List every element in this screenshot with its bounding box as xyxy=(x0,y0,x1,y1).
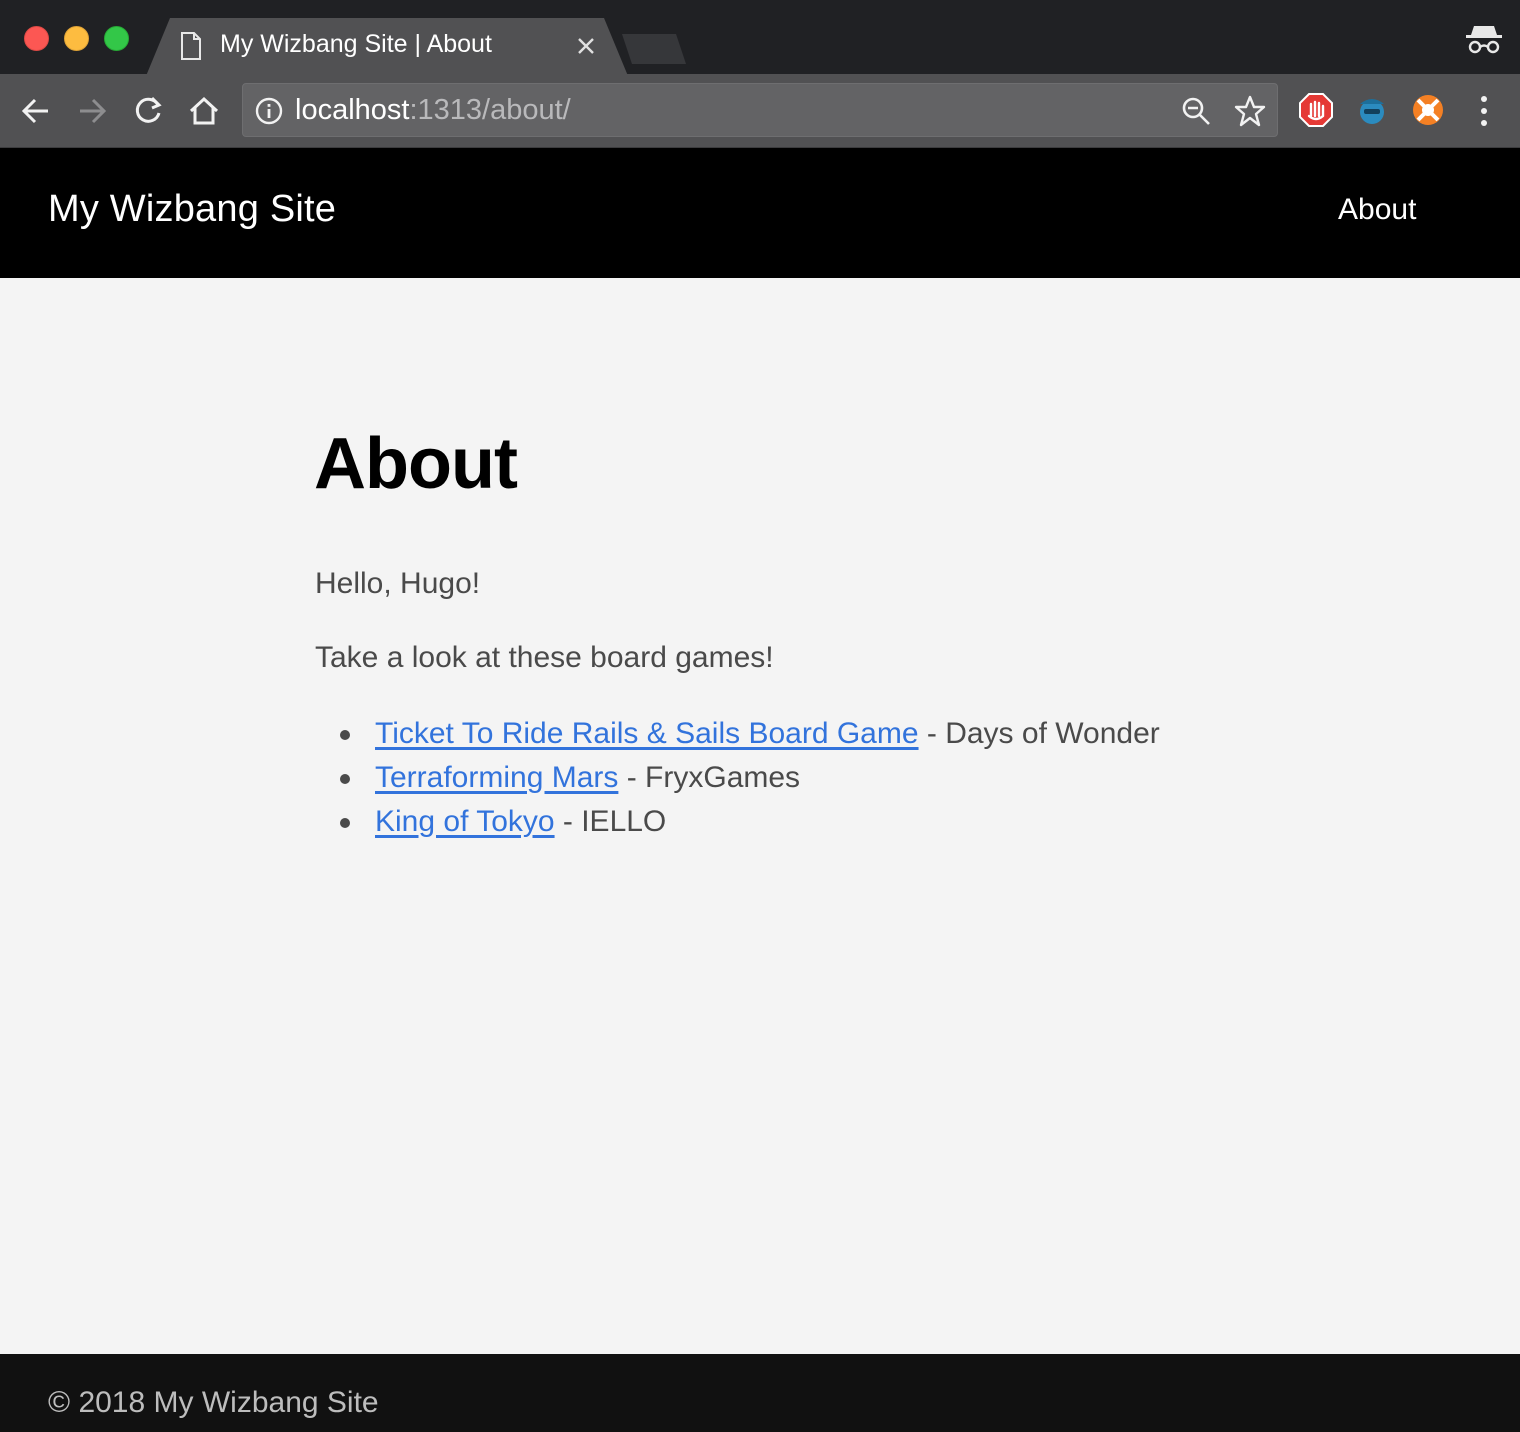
incognito-icon xyxy=(1466,26,1502,54)
url-text[interactable]: localhost:1313/about/ xyxy=(295,94,571,127)
intro-text: Hello, Hugo! xyxy=(315,567,481,600)
extension-lifebuoy-icon[interactable] xyxy=(1410,92,1446,128)
info-icon[interactable] xyxy=(255,97,283,125)
tab-title: My Wizbang Site | About xyxy=(220,30,492,58)
address-bar[interactable]: localhost:1313/about/ xyxy=(242,83,1278,137)
page-title: About xyxy=(314,424,518,504)
forward-icon[interactable] xyxy=(75,94,109,128)
game-publisher: - Days of Wonder xyxy=(918,717,1160,750)
footer-copyright: © 2018 My Wizbang Site xyxy=(48,1386,379,1419)
nav-link-about[interactable]: About xyxy=(1338,193,1416,227)
list-item: King of Tokyo - IELLO xyxy=(314,800,1160,844)
zoom-window-button[interactable] xyxy=(104,26,129,51)
lead-text: Take a look at these board games! xyxy=(315,641,774,674)
browser-toolbar: localhost:1313/about/ xyxy=(0,74,1520,148)
games-list: Ticket To Ride Rails & Sails Board Game … xyxy=(314,712,1160,844)
main-content: About Hello, Hugo! Take a look at these … xyxy=(314,424,1214,838)
close-icon[interactable] xyxy=(574,34,598,58)
zoom-out-icon[interactable] xyxy=(1181,96,1211,126)
bullet-icon xyxy=(340,774,350,784)
minimize-window-button[interactable] xyxy=(64,26,89,51)
game-link[interactable]: King of Tokyo xyxy=(375,805,555,838)
back-icon[interactable] xyxy=(19,94,53,128)
browser-titlebar: My Wizbang Site | About xyxy=(0,0,1520,76)
site-title-link[interactable]: My Wizbang Site xyxy=(48,188,336,231)
bullet-icon xyxy=(340,818,350,828)
reload-icon[interactable] xyxy=(131,94,165,128)
list-item: Ticket To Ride Rails & Sails Board Game … xyxy=(314,712,1160,756)
adblock-icon[interactable] xyxy=(1298,92,1334,128)
new-tab-button[interactable] xyxy=(622,34,686,64)
site-footer: © 2018 My Wizbang Site xyxy=(0,1354,1520,1432)
browser-tab-active[interactable]: My Wizbang Site | About xyxy=(146,18,628,76)
game-link[interactable]: Ticket To Ride Rails & Sails Board Game xyxy=(375,717,919,750)
page-viewport: My Wizbang Site About About Hello, Hugo!… xyxy=(0,148,1520,1432)
list-item: Terraforming Mars - FryxGames xyxy=(314,756,1160,800)
site-header: My Wizbang Site About xyxy=(0,148,1520,278)
home-icon[interactable] xyxy=(187,94,221,128)
url-path: :1313/about/ xyxy=(409,94,571,126)
close-window-button[interactable] xyxy=(24,26,49,51)
game-publisher: - IELLO xyxy=(554,805,667,838)
url-host: localhost xyxy=(295,94,410,126)
menu-dots-icon[interactable] xyxy=(1474,94,1494,128)
extension-spy-icon[interactable] xyxy=(1354,92,1390,128)
bullet-icon xyxy=(340,730,350,740)
bookmark-star-icon[interactable] xyxy=(1233,94,1267,128)
page-icon xyxy=(181,32,201,60)
game-link[interactable]: Terraforming Mars xyxy=(375,761,618,794)
game-publisher: - FryxGames xyxy=(618,761,801,794)
